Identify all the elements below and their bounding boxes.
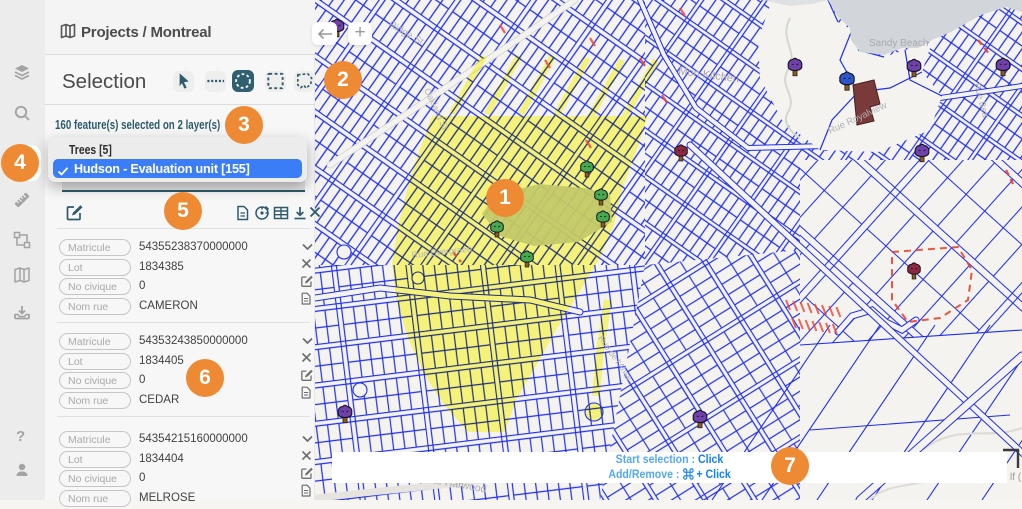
svg-text:Sandy Beach: Sandy Beach xyxy=(869,38,929,49)
svg-text:lf (: lf ( xyxy=(1010,472,1022,483)
